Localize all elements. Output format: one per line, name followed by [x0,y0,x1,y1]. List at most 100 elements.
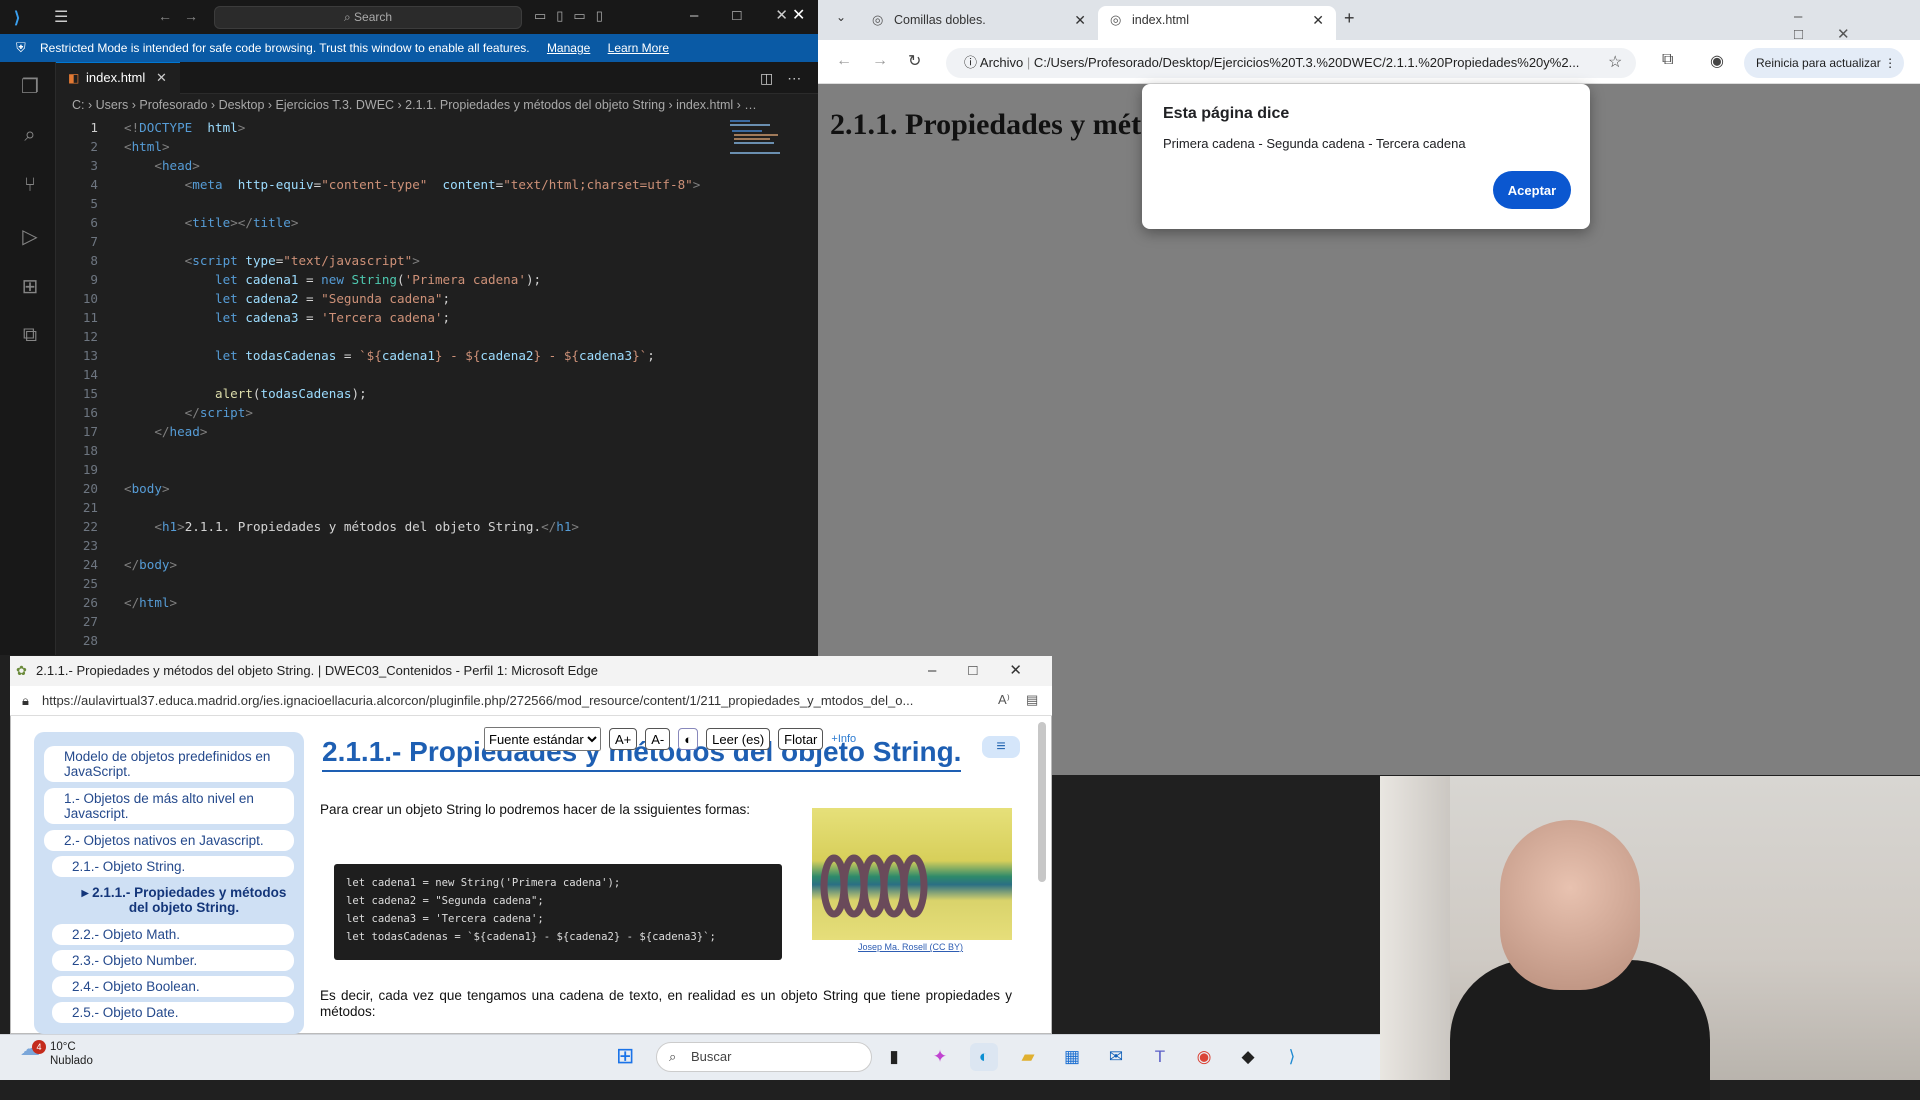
font-increase-button[interactable]: A+ [609,728,638,750]
command-search-input[interactable]: ⌕ Search [214,6,522,29]
lock-icon: 🔒︎ [22,693,29,708]
edge-scrollbar[interactable] [1038,722,1046,882]
layout-controls[interactable]: ▭▯▭▯ [534,8,613,24]
teams-icon[interactable]: T [1146,1043,1174,1071]
code-line: alert(todasCadenas); [215,386,367,401]
line-number: 12 [82,329,98,344]
font-decrease-button[interactable]: A- [645,728,671,750]
profile-icon[interactable]: ◉ [1710,51,1724,71]
tab-index-html[interactable]: ◧ index.html ✕ [56,62,180,94]
editor-actions[interactable]: ◫⋯ [760,70,815,87]
explorer-icon[interactable]: ❐ [18,74,42,98]
nav-objetos-alto-nivel[interactable]: 1.- Objetos de más alto nivel en Javascr… [44,788,294,824]
nav-objeto-number[interactable]: 2.3.- Objeto Number. [52,950,294,971]
url-text: C:/Users/Profesorado/Desktop/Ejercicios%… [1033,55,1580,70]
tab-search-icon[interactable]: ⌄ [836,10,846,24]
manage-link[interactable]: Manage [547,41,590,55]
contrast-button[interactable]: ◐ [678,728,699,750]
line-number: 27 [82,614,98,629]
close-tab-icon[interactable]: ✕ [1312,6,1324,34]
line-number: 2 [90,139,98,154]
back-icon[interactable]: ← [836,52,852,70]
line-number: 24 [82,557,98,572]
back-arrow-icon[interactable]: ← [158,8,172,24]
minimap[interactable] [726,118,802,178]
close-tab-icon[interactable]: ✕ [1074,6,1086,34]
vscode-taskbar-icon[interactable]: ⟩ [1278,1043,1306,1071]
extensions-icon[interactable]: ⊞ [18,274,42,298]
read-button[interactable]: Leer (es) [706,728,771,750]
window-controls[interactable]: –□✕ [1794,8,1920,43]
read-aloud-icon[interactable]: A⁾ [998,692,1010,708]
info-link[interactable]: +Info [831,733,856,745]
code-line: <title></title> [184,215,299,230]
restart-to-update-button[interactable]: Reinicia para actualizar ⋮ [1744,48,1904,78]
store-icon[interactable]: ▦ [1058,1043,1086,1071]
font-select[interactable]: Fuente estándar [484,727,601,751]
start-windows-icon[interactable]: ⊞ [616,1044,640,1068]
edge-icon[interactable]: ◐ [970,1043,998,1071]
code-line: <body> [124,481,170,496]
code-line: let todasCadenas = `${cadena1} - ${caden… [346,931,716,943]
copilot-icon[interactable]: ✦ [926,1043,954,1071]
more-icon: ⋮ [1884,56,1897,70]
notification-badge: 4 [32,1040,46,1054]
globe-icon: ◎ [872,12,884,27]
nav-objeto-math[interactable]: 2.2.- Objeto Math. [52,924,294,945]
nav-objeto-boolean[interactable]: 2.4.- Objeto Boolean. [52,976,294,997]
chrome-icon[interactable]: ◉ [1190,1043,1218,1071]
outlook-icon[interactable]: ✉ [1102,1043,1130,1071]
bookmark-star-icon[interactable]: ☆ [1608,52,1622,72]
accept-button[interactable]: Aceptar [1493,171,1571,209]
tab-index-html[interactable]: ◎ index.html ✕ [1098,6,1336,40]
forward-icon[interactable]: → [872,52,888,70]
code-line: let cadena2 = "Segunda cadena"; [215,291,451,306]
float-button[interactable]: Flotar [778,728,824,750]
nav-objetos-nativos[interactable]: 2.- Objetos nativos en Javascript. [44,830,294,851]
nav-modelo-objetos[interactable]: Modelo de objetos predefinidos en JavaSc… [44,746,294,782]
edge-address-bar[interactable]: 🔒︎ https://aulavirtual37.educa.madrid.org… [10,686,1052,716]
taskbar-search[interactable]: ⌕ Buscar [656,1042,872,1072]
line-number: 15 [82,386,98,401]
nav-objeto-string[interactable]: 2.1.- Objeto String. [52,856,294,877]
nav-propiedades-metodos-active[interactable]: ▸ 2.1.1.- Propiedades y métodos del obje… [58,882,290,915]
code-editor[interactable]: 1 <!DOCTYPE html> 2 <html> 3 <head> 4 <meta h… [56,118,716,655]
intro-paragraph: Para crear un objeto String lo podremos … [320,802,750,817]
reader-icon[interactable]: ▤ [1026,692,1038,708]
code-line: </head> [154,424,208,439]
source-control-icon[interactable]: ⑂ [18,174,42,198]
close-icon[interactable]: ✕ [792,5,805,25]
info-icon: ⓘ [964,55,980,70]
address-bar[interactable]: ⓘ Archivo | C:/Users/Profesorado/Desktop… [946,48,1636,78]
chat-icon[interactable]: ⧉ [18,324,42,348]
line-number: 1 [90,120,98,135]
tab-label: index.html [86,70,146,85]
extensions-icon[interactable]: ⧉ [1662,51,1673,69]
image-credit-link[interactable]: Josep Ma. Rosell (CC BY) [858,942,963,952]
learn-more-link[interactable]: Learn More [608,41,669,55]
new-tab-button[interactable]: + [1344,8,1355,29]
breadcrumb[interactable]: C: › Users › Profesorado › Desktop › Eje… [72,98,818,116]
menu-icon[interactable]: ☰ [54,7,68,27]
line-number: 3 [90,158,98,173]
task-view-icon[interactable]: ▮ [880,1043,908,1071]
reload-icon[interactable]: ↻ [908,51,921,71]
close-tab-icon[interactable]: ✕ [156,63,167,93]
search-icon[interactable]: ⌕ [18,124,42,148]
line-number: 6 [90,215,98,230]
chrome-tab-strip: ⌄ ◎ Comillas dobles. ✕ ◎ index.html ✕ + –□✕ [818,0,1920,43]
nav-objeto-date[interactable]: 2.5.- Objeto Date. [52,1002,294,1023]
hamburger-menu-icon[interactable]: ≡ [982,736,1020,758]
app-icon[interactable]: ◆ [1234,1043,1262,1071]
editor-scrollbar[interactable] [810,118,818,655]
line-number: 10 [82,291,98,306]
weather-widget[interactable]: ☁ 10°C Nublado [20,1039,93,1068]
forward-arrow-icon[interactable]: → [184,8,198,24]
update-label: Reinicia para actualizar [1756,56,1881,70]
tab-comillas-dobles[interactable]: ◎ Comillas dobles. ✕ [860,6,1098,40]
code-line: <meta http-equiv="content-type" content=… [184,177,701,192]
file-explorer-icon[interactable]: ▰ [1014,1043,1042,1071]
dialog-title: Esta página dice [1163,105,1290,122]
window-controls[interactable]: –□✕ [928,661,1054,679]
run-debug-icon[interactable]: ▷ [18,224,42,248]
